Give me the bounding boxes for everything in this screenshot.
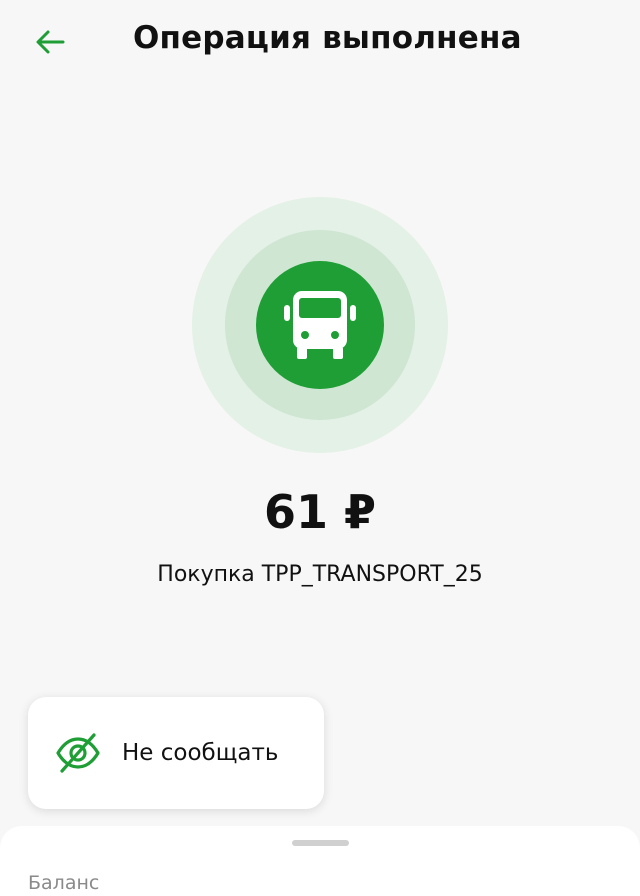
icon-circle	[256, 261, 384, 389]
balance-label: Баланс	[28, 872, 100, 894]
do-not-notify-label: Не сообщать	[122, 740, 279, 766]
back-button[interactable]	[28, 22, 72, 62]
header: Операция выполнена	[0, 0, 640, 88]
drag-handle[interactable]	[292, 840, 349, 846]
transaction-amount: 61 ₽	[263, 485, 377, 539]
eye-crossed-icon	[56, 733, 100, 773]
arrow-left-icon	[36, 30, 65, 54]
transaction-description: Покупка TPP_TRANSPORT_25	[157, 562, 483, 587]
do-not-notify-button[interactable]: Не сообщать	[28, 697, 324, 809]
transaction-icon-badge	[192, 197, 448, 453]
page-title: Операция выполнена	[133, 20, 522, 56]
bottom-sheet[interactable]: Баланс	[0, 826, 640, 896]
bus-icon	[284, 291, 356, 359]
